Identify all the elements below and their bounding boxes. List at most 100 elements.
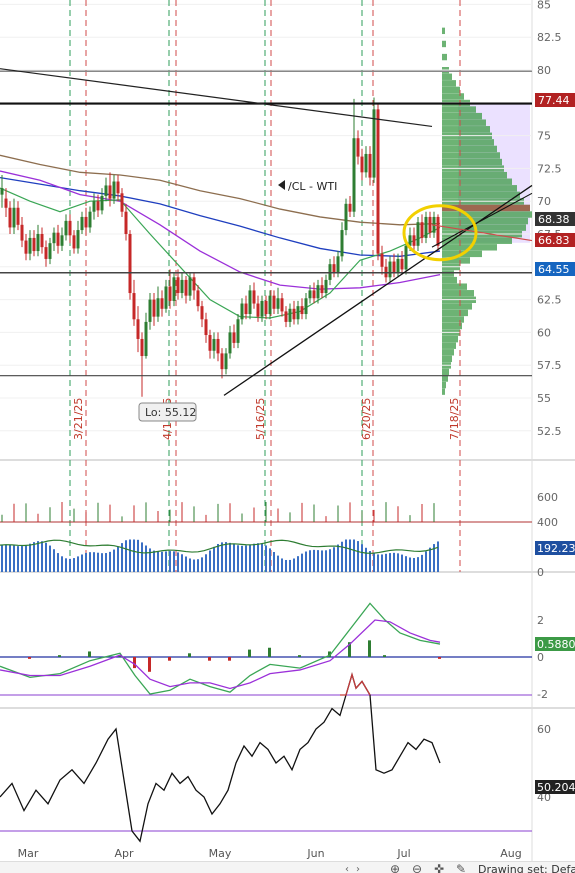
volume-bar <box>217 543 219 572</box>
candle-body <box>204 319 208 336</box>
price-label-66: 66.83 <box>535 233 575 247</box>
candle-body <box>212 338 216 351</box>
candle-body <box>388 261 392 278</box>
volume-bar <box>357 541 359 572</box>
volume-bar <box>57 553 59 572</box>
macd-signal-line <box>0 619 441 690</box>
zoom-in-icon[interactable]: ⊕ <box>390 862 400 873</box>
zoom-out-icon[interactable]: ⊖ <box>412 862 422 873</box>
volume-bar <box>277 555 279 572</box>
price-tick: 75 <box>537 130 551 143</box>
volume-bar <box>177 552 179 572</box>
profile-bar <box>442 342 456 349</box>
crosshair-icon[interactable]: ✜ <box>434 862 444 873</box>
profile-bar <box>442 355 452 363</box>
volume-bar <box>281 558 283 572</box>
candle-body <box>280 298 284 312</box>
candle-body <box>160 298 164 309</box>
macd-histogram-bar <box>438 657 441 659</box>
ma-20-line <box>0 187 441 319</box>
candle-body <box>364 153 368 173</box>
candle-body <box>260 300 264 317</box>
candle-body <box>292 308 296 320</box>
draw-tool-icon[interactable]: ✎ <box>456 862 466 873</box>
volume-bar <box>397 553 399 572</box>
macd-tick: 2 <box>537 614 544 627</box>
macd-tick: -2 <box>537 688 548 701</box>
collapse-arrow-icon[interactable] <box>278 180 285 190</box>
candle-body <box>20 224 24 241</box>
vertical-date-label: 3/21/25 <box>72 398 85 440</box>
candle-body <box>192 277 196 291</box>
profile-bar <box>442 191 520 199</box>
candle-body <box>56 232 60 246</box>
candle-body <box>288 308 292 322</box>
volume-bar <box>273 552 275 572</box>
candle-body <box>168 286 172 301</box>
price-tick: 57.5 <box>537 359 562 372</box>
candle-body <box>428 216 432 233</box>
volume-tick: 0 <box>537 566 544 579</box>
symbol-title[interactable]: /CL - WTI <box>288 180 337 193</box>
volume-bar <box>393 552 395 572</box>
scroll-right-icon[interactable]: › <box>356 864 360 873</box>
profile-bar <box>442 178 512 185</box>
month-label: Aug <box>500 847 521 860</box>
candle-body <box>284 311 288 322</box>
candle-body <box>144 321 148 357</box>
candle-body <box>236 319 240 343</box>
volume-bar <box>201 557 203 572</box>
candle-body <box>84 216 88 228</box>
volume-bar <box>389 553 391 572</box>
low-annotation-text: Lo: 55.12 <box>145 406 196 419</box>
candle-body <box>152 299 156 317</box>
candle-body <box>92 201 96 212</box>
profile-bar <box>442 237 512 244</box>
svg-text:192.238: 192.238 <box>537 542 575 555</box>
profile-bar <box>442 86 460 94</box>
macd-histogram-bar <box>148 657 151 672</box>
volume-bar <box>237 545 239 572</box>
candle-body <box>224 353 228 370</box>
candle-body <box>220 353 224 370</box>
volume-last-label: 192.238 <box>535 541 575 555</box>
volume-bar <box>153 550 155 572</box>
volume-tick: 600 <box>537 491 558 504</box>
volume-bar <box>133 539 135 572</box>
scroll-left-icon[interactable]: ‹ <box>345 864 349 873</box>
price-chart[interactable]: 3/21/254/17/255/16/256/20/257/18/25 8582… <box>0 0 575 873</box>
candle-body <box>200 306 204 320</box>
candle-body <box>424 216 428 238</box>
volume-bar <box>89 552 91 572</box>
macd-panel <box>0 602 532 695</box>
rsi-tick: 60 <box>537 723 551 736</box>
candle-body <box>156 298 160 317</box>
candle-body <box>32 237 36 252</box>
month-label: May <box>209 847 232 860</box>
candle-body <box>16 207 20 225</box>
candle-body <box>404 245 408 270</box>
candle-body <box>76 230 80 249</box>
volume-bar <box>377 554 379 572</box>
rsi-line <box>0 672 441 843</box>
volume-bar <box>385 553 387 572</box>
candle-body <box>380 253 384 267</box>
drawing-set-label: Drawing set: Defau <box>478 863 575 873</box>
volume-bar <box>409 557 411 572</box>
price-tick: 82.5 <box>537 31 562 44</box>
volume-bar <box>173 551 175 572</box>
candle-body <box>356 138 360 157</box>
profile-bar <box>442 171 507 179</box>
volume-bar <box>269 548 271 572</box>
profile-bar <box>442 27 445 35</box>
volume-bar <box>293 558 295 572</box>
candle-body <box>52 232 56 244</box>
macd-line <box>0 602 441 695</box>
low-annotation: Lo: 55.12 <box>138 402 197 422</box>
footer-bar: ‹ › ⊕ ⊖ ✜ ✎ Drawing set: Defau <box>0 862 575 873</box>
volume-bar <box>305 551 307 572</box>
candle-body <box>128 234 132 294</box>
candle-body <box>324 279 328 294</box>
candle-body <box>348 203 352 212</box>
candle-body <box>172 277 176 301</box>
